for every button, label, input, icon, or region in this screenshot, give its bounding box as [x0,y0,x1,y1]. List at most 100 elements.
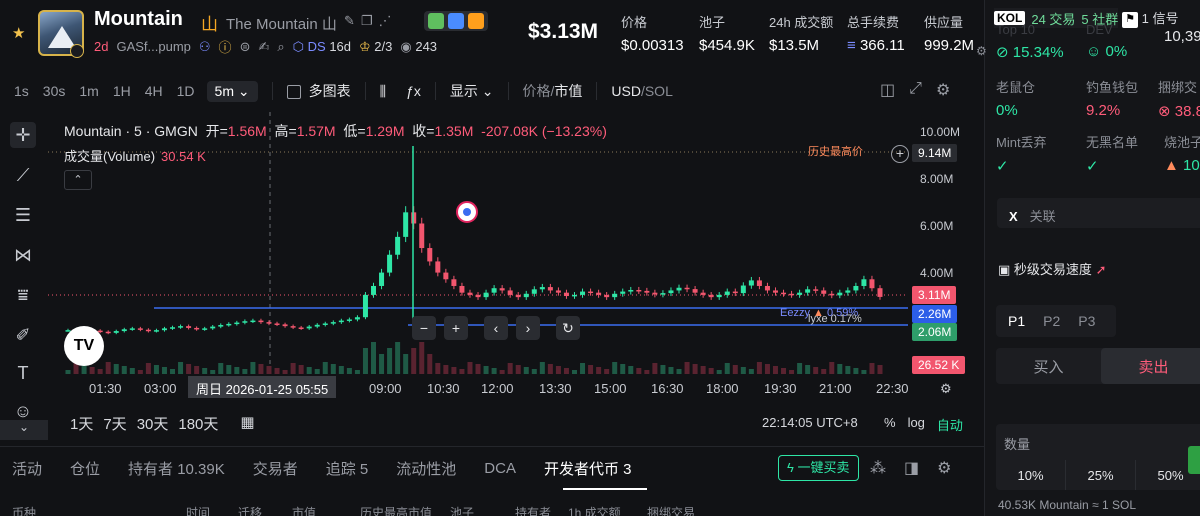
col-time[interactable]: 时间 [186,504,210,516]
tab-positions[interactable]: 仓位 [70,458,100,479]
share-icon[interactable]: ⋰ [379,13,392,29]
event-marker-lyxe[interactable]: lyxe 0.17% [808,313,862,325]
copy-icon[interactable]: ❐ [361,13,373,29]
token-address[interactable]: GASf...pump [116,39,190,54]
multi-chart-toggle[interactable]: 多图表 [286,81,351,101]
rstat-gear-icon[interactable]: ⚙ [976,44,987,58]
dex-tag-icon[interactable] [448,13,464,29]
tf-1h[interactable]: 1H [113,83,131,99]
volume-bar [274,368,280,374]
col-holders[interactable]: 持有者 [515,504,551,516]
tf-30s[interactable]: 30s [43,83,66,99]
calendar-icon[interactable]: ▦ [240,413,254,434]
candle-body [210,326,216,329]
add-alert-icon[interactable]: + [891,145,909,163]
tf-selected[interactable]: 5m ⌄ [206,80,258,102]
tf-1d[interactable]: 1D [177,83,195,99]
tf-1s[interactable]: 1s [14,83,29,99]
ds-badge[interactable]: ⬡ DS 16d [293,39,351,55]
pattern-icon[interactable]: ⋈ [10,242,36,268]
fib-icon[interactable]: ☰ [10,202,36,228]
preset-p2[interactable]: P2 [1043,313,1060,329]
col-token[interactable]: 币种 [12,504,36,516]
price-mcap-toggle[interactable]: 价格/市值 [523,81,583,101]
x-link-box[interactable]: X 关联 [997,198,1200,228]
brush-icon[interactable]: ✐ [10,322,36,348]
col-ath-mcap[interactable]: 历史最高市值 [360,504,432,516]
tradingview-logo[interactable]: TV [64,326,104,366]
tf-4h[interactable]: 4H [145,83,163,99]
fullscreen-icon[interactable]: ⤢ [909,80,922,100]
col-migrated[interactable]: 迁移 [238,504,262,516]
search-icon[interactable]: ⌕ [277,39,284,55]
panel-settings-icon[interactable]: ⚙ [937,458,951,478]
volume-bar [716,370,722,374]
volume-bar [805,365,811,374]
qty-25[interactable]: 25% [1066,460,1136,490]
qty-10[interactable]: 10% [996,460,1066,490]
col-mcap[interactable]: 市值 [292,504,316,516]
favorite-star-icon[interactable]: ★ [12,24,25,42]
candle-body [748,280,754,286]
currency-toggle[interactable]: USD/SOL [611,83,672,99]
tab-dca[interactable]: DCA [484,460,516,477]
log-scale-toggle[interactable]: log [908,415,925,434]
projection-icon[interactable]: ⩸ [10,282,36,308]
tab-tracking[interactable]: 追踪 5 [326,458,369,479]
reset-chart-button[interactable]: ↻ [556,316,580,340]
sell-tab[interactable]: 卖出 [1101,348,1200,384]
tab-liquidity[interactable]: 流动性池 [396,458,456,479]
col-bundles[interactable]: 捆绑交易 [647,504,695,516]
one-click-trade-button[interactable]: ϟ 一键买卖 [778,455,859,481]
edit-icon[interactable]: ✎ [344,13,355,29]
range-30d[interactable]: 30天 [137,413,169,434]
candle-body [588,291,594,294]
candle-body [539,287,545,290]
candle-body [805,289,811,293]
camera-icon[interactable]: ◫ [880,80,895,100]
bubbles-icon[interactable]: ⁂ [870,458,886,478]
zoom-in-button[interactable]: + [444,316,468,340]
settings-gear-icon[interactable]: ⚙ [936,80,950,100]
preset-p3[interactable]: P3 [1078,313,1095,329]
edit-note-icon[interactable]: ✍ [258,39,269,55]
percent-scale-toggle[interactable]: % [884,415,896,434]
col-pool[interactable]: 池子 [450,504,474,516]
tab-activity[interactable]: 活动 [12,458,42,479]
website-icon[interactable]: ⊜ [240,39,251,55]
buy-tab[interactable]: 买入 [996,348,1101,384]
col-1h-volume[interactable]: 1h 成交额 [568,504,621,516]
pump-tag-icon[interactable] [428,13,444,29]
expand-tools-icon[interactable]: ⌄ [0,420,48,440]
community-icon[interactable]: ⚇ [199,39,211,55]
bolt-tag-icon[interactable] [468,13,484,29]
candle-body [628,289,634,292]
auto-scale-toggle[interactable]: 自动 [937,415,963,434]
tab-holders[interactable]: 持有者 10.39K [128,458,225,479]
split-panel-icon[interactable]: ◨ [904,458,919,478]
qty-50[interactable]: 50% [1136,460,1200,490]
display-menu[interactable]: 显示 ⌄ [450,81,494,101]
text-tool-icon[interactable]: T [10,360,36,386]
tab-dev-tokens[interactable]: 开发者代币 3 [544,458,632,479]
zoom-out-button[interactable]: − [412,316,436,340]
axis-settings-icon[interactable]: ⚙ [940,381,952,397]
indicator-icon[interactable]: ƒx [406,83,421,99]
range-1d[interactable]: 1天 [70,413,93,434]
range-180d[interactable]: 180天 [178,413,218,434]
preset-p1[interactable]: P1 [1008,313,1025,329]
warning-icon[interactable]: ⓘ [219,37,232,56]
scroll-left-button[interactable]: ‹ [484,316,508,340]
tab-traders[interactable]: 交易者 [253,458,298,479]
candle-body [362,294,368,318]
trendline-icon[interactable]: ⟋ [10,162,36,188]
candle-body [129,328,135,330]
collapse-legend-button[interactable]: ⌃ [64,170,92,190]
candle-type-icon[interactable]: ⫼ [380,83,386,100]
scroll-right-button[interactable]: › [516,316,540,340]
crosshair-icon[interactable]: ✛ [10,122,36,148]
volume-bar [483,366,489,374]
candle-body [419,223,425,249]
range-7d[interactable]: 7天 [103,413,126,434]
tf-1m[interactable]: 1m [79,83,98,99]
